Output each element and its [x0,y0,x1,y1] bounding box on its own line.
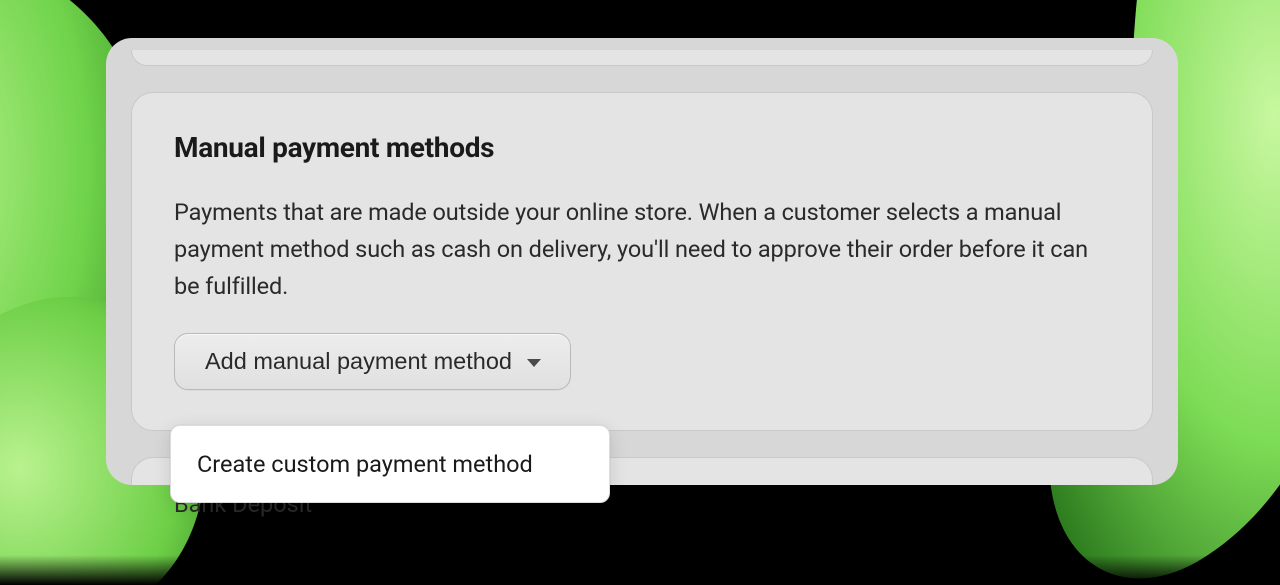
payment-method-popover: Create custom payment method [170,425,610,503]
card-title: Manual payment methods [174,131,1110,164]
card-description: Payments that are made outside your onli… [174,194,1110,305]
manual-payment-methods-card: Manual payment methods Payments that are… [131,92,1153,431]
caret-down-icon [526,348,542,375]
add-manual-payment-label: Add manual payment method [205,348,512,375]
settings-panel: Manual payment methods Payments that are… [106,38,1178,485]
add-manual-payment-button[interactable]: Add manual payment method [174,333,571,390]
create-custom-payment-method-item[interactable]: Create custom payment method [171,434,609,494]
previous-card-edge [131,50,1153,66]
